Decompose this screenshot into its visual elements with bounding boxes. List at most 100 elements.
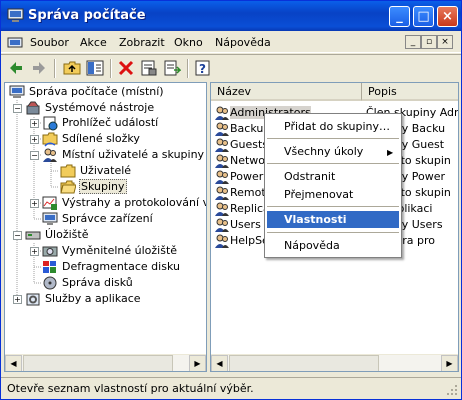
group-name: Power: [230, 170, 264, 183]
expand-toggle[interactable]: +: [30, 119, 39, 128]
collapse-toggle[interactable]: −: [13, 231, 22, 240]
expand-toggle[interactable]: +: [13, 295, 22, 304]
mdi-document-icon[interactable]: [7, 37, 23, 49]
properties-icon[interactable]: [140, 59, 158, 77]
tree-node-label: Místní uživatelé a skupiny: [62, 148, 205, 161]
tree-node-label: Výstrahy a protokolování výk: [62, 196, 207, 209]
tree-node-label: Úložiště: [45, 228, 89, 241]
storage-icon: [25, 231, 41, 240]
menu-item-add-to-group[interactable]: Přidat do skupiny…: [284, 120, 390, 133]
context-menu: Přidat do skupiny… Všechny úkoly ▶ Odstr…: [264, 113, 402, 258]
toolbar-separator: [187, 59, 189, 78]
shared-folders-icon: [42, 132, 58, 147]
scroll-thumb[interactable]: [23, 355, 173, 371]
menu-item-delete[interactable]: Odstranit: [284, 170, 335, 183]
toolbar: ?: [1, 54, 461, 80]
group-name: Guests: [230, 138, 269, 151]
menu-soubor[interactable]: Soubor: [30, 36, 69, 49]
group-icon: [215, 138, 229, 152]
scroll-thumb[interactable]: [229, 355, 379, 371]
tree-node-label: Uživatelé: [80, 164, 132, 177]
menu-okno[interactable]: Okno: [174, 36, 203, 49]
group-icon: [215, 106, 229, 120]
toolbar-separator: [54, 59, 56, 78]
tree-node-label: Správa počítače (místní): [29, 85, 164, 98]
tree-horizontal-scrollbar[interactable]: ◀ ▶: [5, 354, 206, 371]
svg-text:?: ?: [199, 62, 206, 76]
performance-logs-icon: [42, 196, 57, 210]
console-tree[interactable]: Správa počítače (místní) − Systémové nás…: [4, 82, 207, 372]
menu-item-all-tasks[interactable]: Všechny úkoly: [284, 145, 363, 158]
local-users-icon: [43, 148, 57, 162]
menu-item-help[interactable]: Nápověda: [284, 239, 340, 252]
menu-item-rename[interactable]: Přejmenovat: [284, 188, 353, 201]
back-arrow-icon[interactable]: [7, 59, 25, 77]
delete-icon[interactable]: [117, 59, 135, 77]
submenu-arrow-icon: ▶: [387, 148, 394, 157]
column-header-name[interactable]: Název: [211, 83, 362, 101]
group-icon: [215, 218, 229, 232]
menu-zobrazit[interactable]: Zobrazit: [119, 36, 165, 49]
defrag-icon: [43, 261, 56, 273]
scroll-left-icon[interactable]: ◀: [5, 355, 22, 371]
forward-arrow-icon[interactable]: [30, 59, 48, 77]
group-icon: [215, 234, 229, 248]
title-bar[interactable]: Správa počítače _ □ ×: [1, 1, 461, 31]
up-folder-icon[interactable]: [63, 59, 81, 77]
minimize-button[interactable]: _: [389, 6, 410, 27]
collapse-toggle[interactable]: −: [30, 151, 39, 160]
group-icon: [215, 170, 229, 184]
group-name: Users: [230, 218, 261, 231]
maximize-button[interactable]: □: [413, 6, 434, 27]
status-bar: Otevře seznam vlastností pro aktuální vý…: [1, 377, 461, 399]
toolbar-separator: [110, 59, 112, 78]
computer-management-icon: [7, 8, 24, 22]
tree-node-label: Systémové nástroje: [45, 101, 155, 114]
show-hide-tree-icon[interactable]: [86, 59, 104, 77]
group-icon: [215, 186, 229, 200]
tree-node-label: Sdílené složky: [62, 132, 140, 145]
menu-napoveda[interactable]: Nápověda: [215, 36, 271, 49]
list-horizontal-scrollbar[interactable]: ◀ ▶: [211, 354, 458, 371]
menu-akce[interactable]: Akce: [80, 36, 107, 49]
mdi-restore-button[interactable]: ▫: [421, 35, 437, 49]
menu-item-properties[interactable]: Vlastnosti: [284, 213, 346, 226]
event-viewer-icon: [43, 116, 58, 131]
group-icon: [215, 122, 229, 136]
scroll-right-icon[interactable]: ▶: [189, 355, 206, 371]
device-manager-icon: [42, 212, 58, 225]
tree-node-label: Správa disků: [62, 276, 133, 289]
menu-bar: Soubor Akce Zobrazit Okno Nápověda: [1, 31, 461, 53]
mdi-close-button[interactable]: ×: [437, 35, 453, 49]
column-header-description[interactable]: Popis: [362, 83, 458, 101]
menu-separator: [267, 206, 399, 207]
group-name: HelpSe: [230, 234, 269, 247]
expand-toggle[interactable]: +: [30, 135, 39, 144]
window-title: Správa počítače: [28, 8, 146, 23]
computer-management-icon: [9, 85, 25, 98]
tree-node-label: Defragmentace disku: [62, 260, 180, 273]
removable-storage-icon: [42, 246, 58, 257]
status-text: Otevře seznam vlastností pro aktuální vý…: [7, 382, 254, 395]
help-icon[interactable]: ?: [194, 59, 212, 77]
close-button[interactable]: ×: [437, 6, 458, 27]
tree-node-label: Služby a aplikace: [45, 292, 141, 305]
scroll-left-icon[interactable]: ◀: [211, 355, 228, 371]
collapse-toggle[interactable]: −: [13, 104, 22, 113]
disk-management-icon: [43, 276, 57, 290]
group-icon: [215, 154, 229, 168]
system-tools-icon: [26, 101, 40, 115]
menu-separator: [267, 138, 399, 139]
tree-node-label: Skupiny: [79, 179, 127, 194]
tree-node-label: Správce zařízení: [62, 212, 153, 225]
services-icon: [26, 293, 40, 306]
scroll-right-icon[interactable]: ▶: [441, 355, 458, 371]
resize-grip-icon[interactable]: [445, 383, 459, 397]
menu-separator: [267, 232, 399, 233]
folder-icon: [60, 164, 76, 178]
mdi-minimize-button[interactable]: _: [405, 35, 421, 49]
expand-toggle[interactable]: +: [30, 247, 39, 256]
expand-toggle[interactable]: +: [30, 199, 39, 208]
menu-separator: [267, 163, 399, 164]
export-list-icon[interactable]: [163, 59, 181, 77]
